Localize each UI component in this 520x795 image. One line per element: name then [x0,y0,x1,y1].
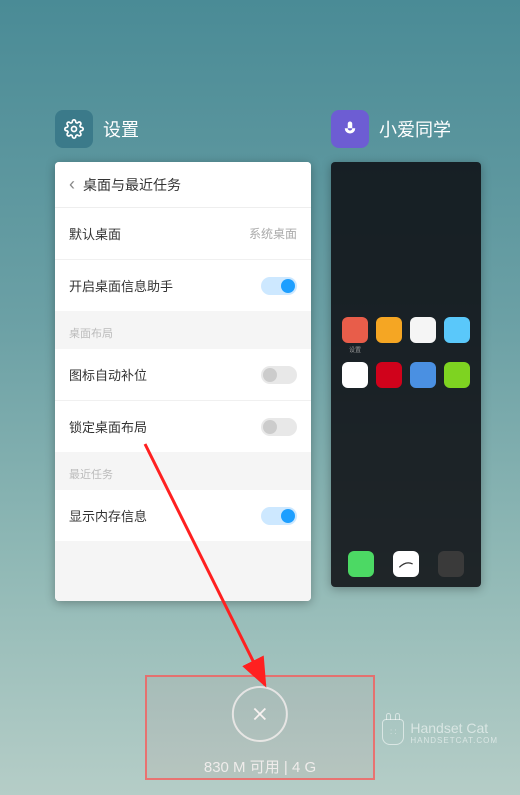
setting-label: 开启桌面信息助手 [69,276,173,295]
home-app[interactable] [375,362,403,390]
watermark-text: Handset Cat [410,720,498,736]
settings-padding [55,541,311,601]
app-header-voice: 小爱同学 [331,110,481,148]
home-app[interactable] [375,317,403,354]
section-desktop-layout: 桌面布局 [55,311,311,349]
app-header-settings: 设置 [55,110,311,148]
cat-icon: : : [382,719,404,745]
app-title-voice: 小爱同学 [379,116,451,142]
memory-status: 830 M 可用 | 4 G [204,756,316,777]
setting-show-memory[interactable]: 显示内存信息 [55,490,311,541]
home-app[interactable] [409,362,437,390]
watermark: : : Handset Cat HANDSETCAT.COM [382,719,498,745]
setting-lock-layout[interactable]: 锁定桌面布局 [55,400,311,452]
back-icon[interactable]: ‹ [69,174,75,195]
home-preview[interactable]: 设置 [331,162,481,587]
section-recent-tasks: 最近任务 [55,452,311,490]
setting-auto-fill[interactable]: 图标自动补位 [55,349,311,400]
toggle-show-memory[interactable] [261,507,297,525]
setting-label: 锁定桌面布局 [69,417,147,436]
home-dock [331,551,481,577]
settings-page-title: 桌面与最近任务 [83,175,181,195]
setting-value: 系统桌面 [249,225,297,242]
dock-home-icon[interactable] [393,551,419,577]
settings-preview[interactable]: ‹ 桌面与最近任务 默认桌面 系统桌面 开启桌面信息助手 桌面布局 图标自动补位… [55,162,311,601]
setting-label: 图标自动补位 [69,365,147,384]
app-title-settings: 设置 [103,116,139,142]
voice-icon [331,110,369,148]
recent-app-voice[interactable]: 小爱同学 设置 [331,110,481,601]
settings-header-bar[interactable]: ‹ 桌面与最近任务 [55,162,311,208]
home-app[interactable] [341,362,369,390]
home-app[interactable] [443,362,471,390]
dock-app-icon[interactable] [438,551,464,577]
setting-label: 默认桌面 [69,224,121,243]
home-app[interactable] [409,317,437,354]
settings-icon [55,110,93,148]
toggle-auto-fill[interactable] [261,366,297,384]
home-app[interactable]: 设置 [341,317,369,354]
setting-label: 显示内存信息 [69,506,147,525]
setting-info-assistant[interactable]: 开启桌面信息助手 [55,259,311,311]
bottom-controls: 830 M 可用 | 4 G [204,686,316,777]
watermark-url: HANDSETCAT.COM [410,736,498,745]
recent-app-settings[interactable]: 设置 ‹ 桌面与最近任务 默认桌面 系统桌面 开启桌面信息助手 桌面布局 图标自… [55,110,311,601]
toggle-info-assistant[interactable] [261,277,297,295]
dock-phone-icon[interactable] [348,551,374,577]
setting-default-home[interactable]: 默认桌面 系统桌面 [55,208,311,259]
toggle-lock-layout[interactable] [261,418,297,436]
home-app[interactable] [443,317,471,354]
home-apps-grid: 设置 [331,317,481,390]
close-all-button[interactable] [232,686,288,742]
